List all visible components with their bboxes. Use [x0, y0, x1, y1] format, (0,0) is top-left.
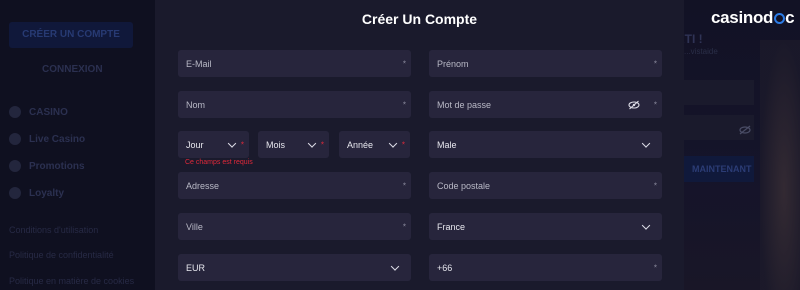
sidebar-item-loyalty[interactable]: Loyalty [9, 187, 64, 199]
email-label: E-Mail [186, 58, 212, 69]
required-marker: * [402, 181, 406, 190]
footer-link-privacy[interactable]: Politique de confidentialité [9, 250, 114, 260]
address-label: Adresse [186, 180, 220, 191]
modal-title: Créer Un Compte [361, 11, 478, 27]
required-marker: * [401, 140, 405, 149]
password-field[interactable]: Mot de passe * [429, 91, 662, 118]
background-create-account-button[interactable]: CRÉER UN COMPTE [9, 22, 133, 48]
chevron-down-icon [307, 138, 317, 148]
loyalty-icon [9, 187, 21, 199]
live-casino-icon [9, 133, 21, 145]
country-value: France [437, 221, 466, 232]
birth-month-label: Mois [266, 139, 286, 150]
sidebar-item-promotions[interactable]: Promotions [9, 160, 85, 172]
first-name-field[interactable]: Prénom * [429, 50, 662, 77]
background-promo-subtitle: ...vistaide [684, 47, 718, 56]
required-marker: * [240, 140, 244, 149]
background-login-link[interactable]: CONNEXION [42, 64, 103, 75]
logo-text: casinod [711, 8, 774, 27]
required-marker: * [653, 59, 657, 68]
address-field[interactable]: Adresse * [178, 172, 411, 199]
logo-ring-icon [773, 13, 785, 24]
first-name-label: Prénom [437, 58, 469, 69]
currency-value: EUR [186, 262, 206, 273]
birth-year-select[interactable]: Année * [339, 131, 410, 158]
last-name-label: Nom [186, 99, 206, 110]
sidebar-item-live-casino[interactable]: Live Casino [9, 133, 85, 145]
eye-slash-icon[interactable] [739, 125, 751, 137]
chevron-down-icon [641, 220, 651, 230]
footer-link-terms[interactable]: Conditions d'utilisation [9, 225, 98, 235]
postal-code-field[interactable]: Code postale * [429, 172, 662, 199]
currency-select[interactable]: EUR [178, 254, 411, 281]
background-play-now-button[interactable]: MAINTENANT [684, 156, 754, 182]
phone-prefix-value: +66 [437, 262, 453, 273]
sidebar-item-casino[interactable]: CASINO [9, 106, 68, 118]
required-marker: * [402, 59, 406, 68]
sidebar-item-label: Loyalty [29, 187, 65, 199]
date-error-message: Ce champs est requis [185, 159, 253, 166]
required-marker: * [653, 100, 657, 109]
casino-icon [9, 106, 21, 118]
background-login-email-field[interactable] [684, 80, 754, 105]
required-marker: * [402, 222, 406, 231]
chevron-down-icon [227, 138, 237, 148]
password-label: Mot de passe [437, 99, 492, 110]
gender-value: Male [437, 139, 457, 150]
required-marker: * [402, 100, 406, 109]
footer-link-cookies[interactable]: Politique en matière de cookies [9, 276, 134, 286]
chevron-down-icon [641, 138, 651, 148]
chevron-down-icon [390, 261, 400, 271]
phone-prefix-field[interactable]: +66 * [429, 254, 662, 281]
required-marker: * [653, 263, 657, 272]
logo-text-end: c [785, 8, 795, 27]
required-marker: * [653, 181, 657, 190]
birth-day-select[interactable]: Jour * [178, 131, 249, 158]
sidebar-item-label: Promotions [29, 160, 85, 172]
birth-month-select[interactable]: Mois * [258, 131, 329, 158]
chevron-down-icon [388, 138, 398, 148]
country-select[interactable]: France [429, 213, 662, 240]
city-field[interactable]: Ville * [178, 213, 411, 240]
email-field[interactable]: E-Mail * [178, 50, 411, 77]
required-marker: * [320, 140, 324, 149]
background-promo-image [760, 40, 800, 290]
last-name-field[interactable]: Nom * [178, 91, 411, 118]
postal-code-label: Code postale [437, 180, 491, 191]
eye-slash-icon[interactable] [628, 100, 640, 110]
birth-day-label: Jour [186, 139, 204, 150]
rocket-icon [9, 160, 21, 172]
sidebar-item-label: Live Casino [29, 133, 86, 145]
sidebar-item-label: CASINO [29, 106, 68, 118]
birth-year-label: Année [347, 139, 374, 150]
gender-select[interactable]: Male [429, 131, 662, 158]
city-label: Ville [186, 221, 203, 232]
casinodoc-logo[interactable]: casinod c [711, 8, 795, 28]
